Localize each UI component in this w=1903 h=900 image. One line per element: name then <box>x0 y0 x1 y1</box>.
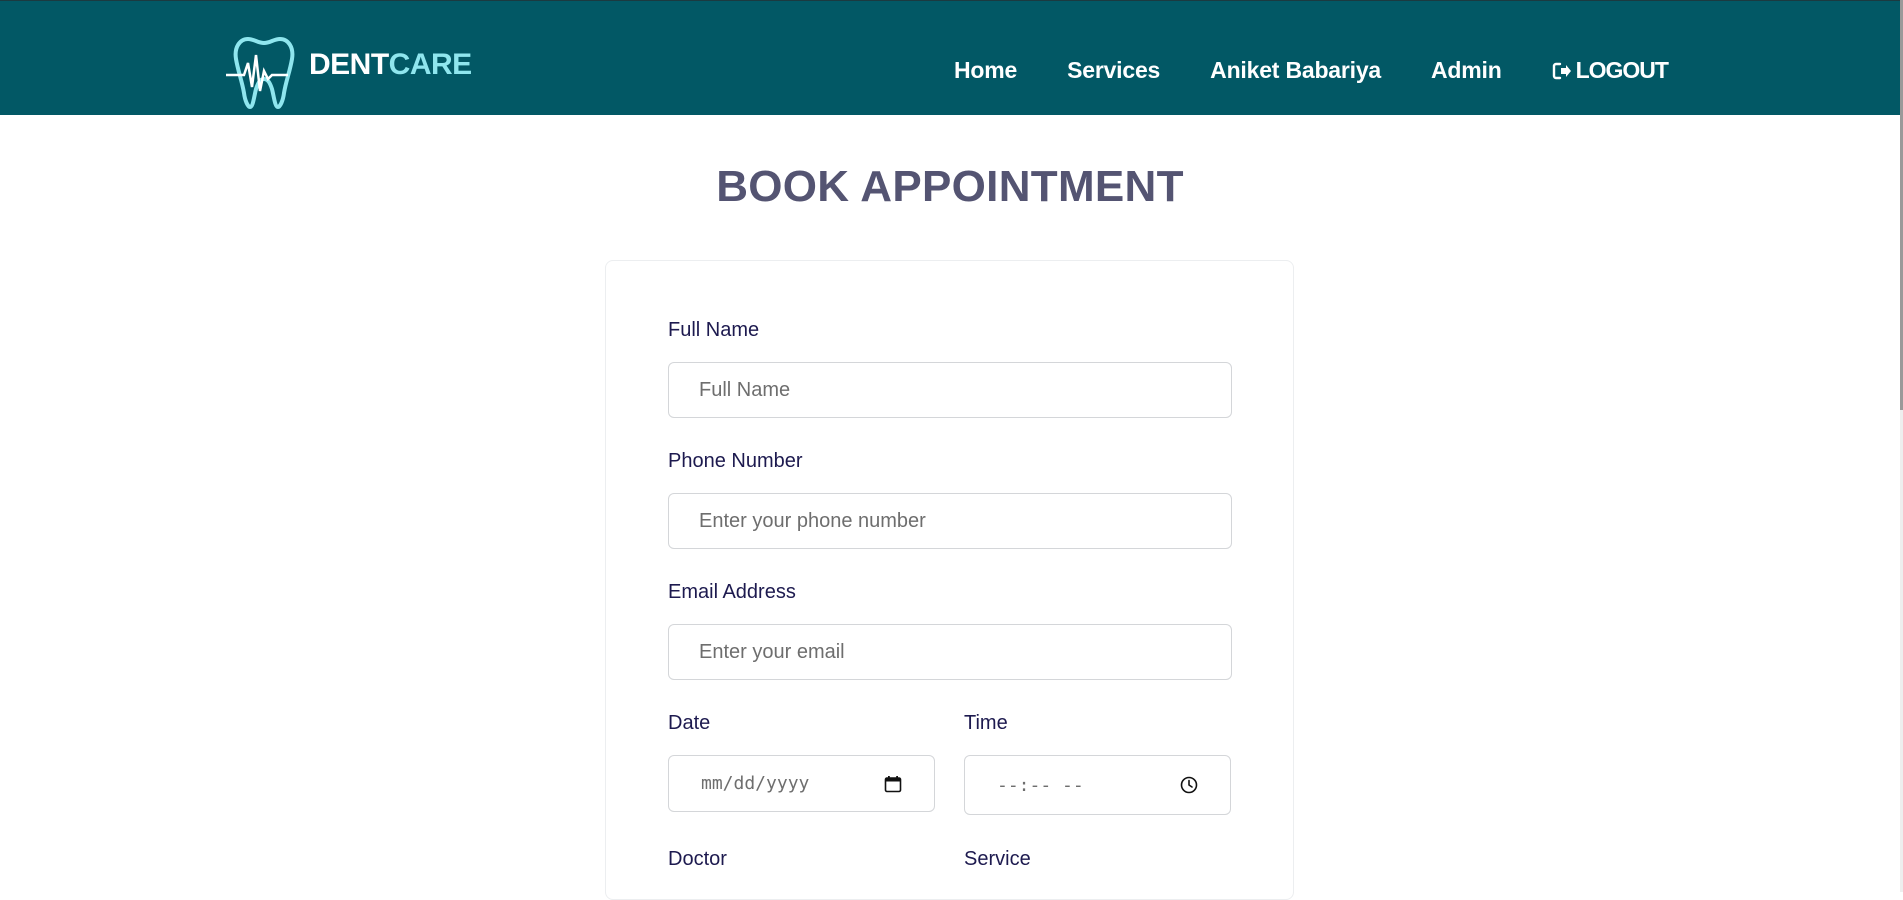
time-input-value: --:-- -- <box>997 774 1084 796</box>
email-address-input[interactable] <box>668 624 1232 680</box>
nav-menu: Home Services Aniket Babariya Admin LOGO… <box>954 57 1669 84</box>
time-label: Time <box>964 712 1008 734</box>
service-label: Service <box>964 848 1031 870</box>
doctor-label: Doctor <box>668 848 727 870</box>
date-input[interactable]: mm/dd/yyyy <box>668 755 935 812</box>
date-label: Date <box>668 712 711 734</box>
logout-label: LOGOUT <box>1575 57 1669 83</box>
sign-out-icon <box>1552 62 1571 79</box>
nav-home-link[interactable]: Home <box>954 57 1017 84</box>
dentcare-logo[interactable]: DENTCARE <box>226 31 472 111</box>
tooth-heartbeat-icon <box>226 36 295 110</box>
phone-number-input[interactable] <box>668 493 1232 549</box>
page-title: BOOK APPOINTMENT <box>716 162 1184 211</box>
logout-button[interactable]: LOGOUT <box>1552 57 1669 84</box>
top-navbar: DENTCARE Home Services Aniket Babariya A… <box>0 0 1900 115</box>
brand-name: DENTCARE <box>309 48 472 82</box>
full-name-input[interactable] <box>668 362 1232 418</box>
email-address-label: Email Address <box>668 581 796 603</box>
time-input[interactable]: --:-- -- <box>964 755 1231 815</box>
brand-name-part2: CARE <box>388 48 473 81</box>
nav-services-link[interactable]: Services <box>1067 57 1160 84</box>
full-name-label: Full Name <box>668 319 760 341</box>
calendar-icon[interactable] <box>884 775 902 793</box>
brand-name-part1: DENT <box>309 48 389 81</box>
date-input-value: mm/dd/yyyy <box>701 773 810 794</box>
nav-admin-link[interactable]: Admin <box>1431 57 1502 84</box>
nav-user-link[interactable]: Aniket Babariya <box>1210 57 1381 84</box>
clock-icon[interactable] <box>1180 776 1198 794</box>
phone-number-label: Phone Number <box>668 450 803 472</box>
